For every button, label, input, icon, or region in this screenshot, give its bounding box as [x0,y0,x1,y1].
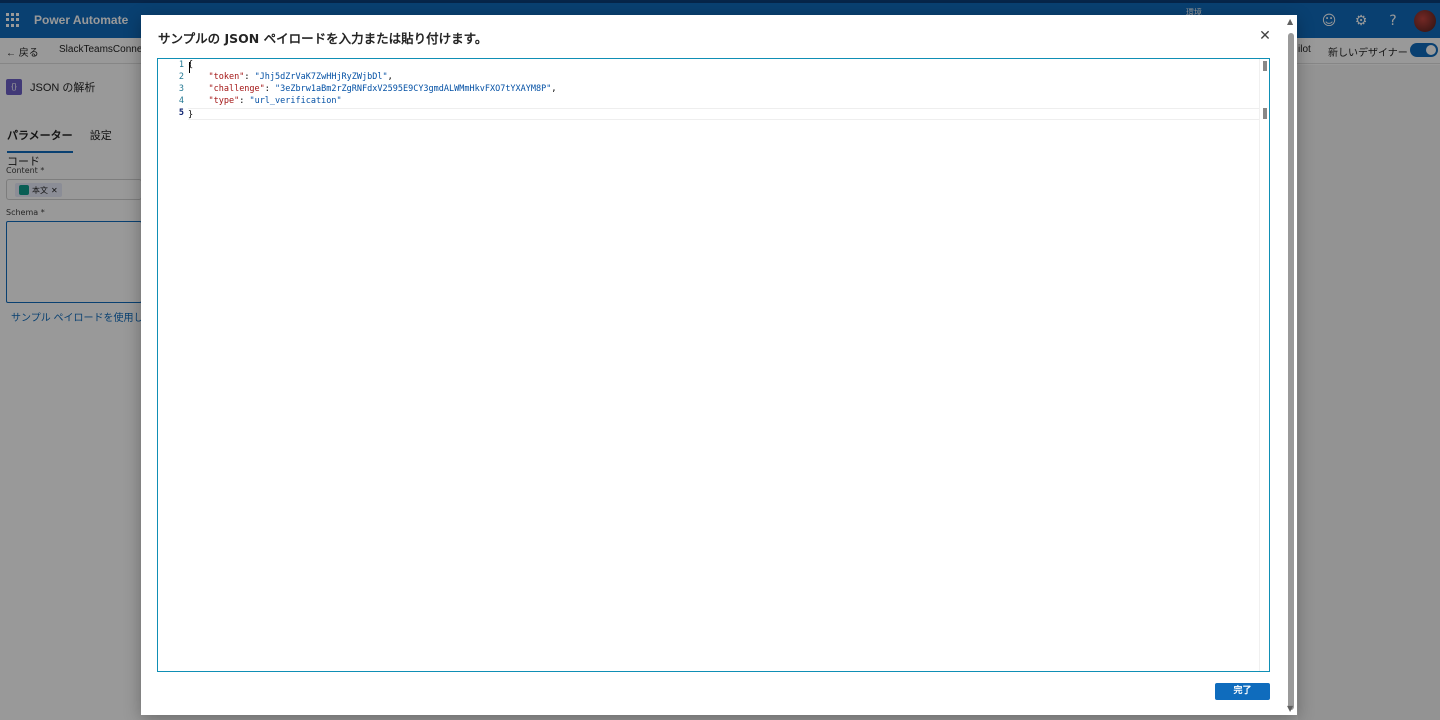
done-button[interactable]: 完了 [1215,683,1270,700]
json-key: "token" [208,72,245,82]
scroll-down-icon[interactable]: ▼ [1287,704,1293,713]
scroll-up-icon[interactable]: ▲ [1287,17,1293,26]
editor-scrollbar[interactable] [1259,59,1269,671]
json-separator: : [239,96,250,106]
line-number: 1 [178,60,184,70]
page-scrollbar[interactable]: ▲ ▼ [1285,17,1297,713]
scrollbar-marker [1263,61,1267,71]
json-key: "type" [208,96,240,106]
scrollbar-marker [1263,108,1267,119]
json-comma: , [387,72,393,82]
scrollbar-thumb[interactable] [1288,33,1294,710]
json-value: "url_verification" [249,96,342,106]
json-separator: : [244,72,255,82]
json-key: "challenge" [208,84,265,94]
code-line: "token": "Jhj5dZrVaK7ZwHHjRyZWjbDl", [188,71,393,83]
line-number-gutter: 1 2 3 4 5 [158,59,188,671]
json-comma: , [551,84,557,94]
dialog-title: サンプルの JSON ペイロードを入力または貼り付けます。 [158,31,488,46]
json-value: "Jhj5dZrVaK7ZwHHjRyZWjbDl" [254,72,388,82]
code-line-current: } [188,108,1259,120]
line-number: 3 [178,84,184,94]
line-number: 2 [178,72,184,82]
code-line: "type": "url_verification" [188,95,342,107]
brace-close: } [188,110,194,120]
close-icon[interactable]: ✕ [1257,28,1273,44]
text-cursor [189,62,190,73]
json-editor[interactable]: 1 2 3 4 5 { "token": "Jhj5dZrVaK7ZwHHjRy… [157,58,1270,672]
code-line: "challenge": "3eZbrw1aBm2rZgRNFdxV2595E9… [188,83,557,95]
line-number: 5 [178,108,184,118]
line-number: 4 [178,96,184,106]
json-separator: : [264,84,276,94]
code-area[interactable]: { "token": "Jhj5dZrVaK7ZwHHjRyZWjbDl", "… [188,59,1259,671]
json-value: "3eZbrw1aBm2rZgRNFdxV2595E9CY3gmdALWMmHk… [275,84,552,94]
sample-payload-dialog: サンプルの JSON ペイロードを入力または貼り付けます。 ✕ 1 2 3 4 … [141,15,1297,715]
